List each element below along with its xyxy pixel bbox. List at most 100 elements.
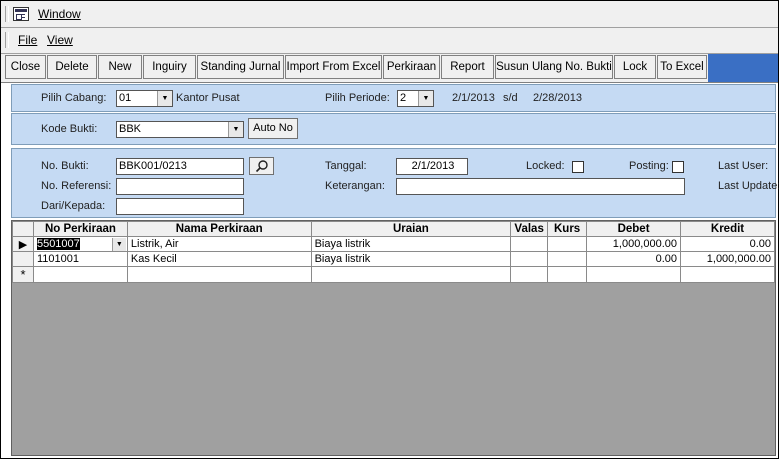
no-referensi-field[interactable]	[116, 178, 244, 195]
search-icon	[255, 160, 268, 173]
empty-cell[interactable]	[126, 266, 312, 283]
empty-cell[interactable]	[32, 266, 128, 283]
periode-to: 2/28/2013	[533, 92, 582, 104]
debet-cell[interactable]: 0.00	[586, 251, 682, 267]
new-button[interactable]: New	[98, 55, 142, 79]
valas-cell[interactable]	[510, 251, 549, 267]
empty-cell[interactable]	[310, 266, 512, 283]
periode-value: 2	[400, 92, 407, 104]
window-menu-bar: Window	[1, 1, 778, 28]
keterangan-field[interactable]	[396, 178, 685, 195]
column-header[interactable]: Uraian	[310, 221, 512, 237]
susun-ulang-button[interactable]: Susun Ulang No. Bukti	[495, 55, 613, 79]
column-header[interactable]: No Perkiraan	[32, 221, 128, 237]
report-button[interactable]: Report	[441, 55, 494, 79]
empty-cell[interactable]	[510, 266, 549, 283]
to-excel-button[interactable]: To Excel	[657, 55, 707, 79]
last-user-label: Last User:	[718, 160, 769, 172]
dari-kepada-field[interactable]	[116, 198, 244, 215]
kurs-cell[interactable]	[547, 251, 588, 267]
kode-bukti-panel: Kode Bukti: BBK ▼ Auto No	[11, 113, 776, 145]
menu-grip	[5, 32, 9, 48]
last-update-label: Last Update:	[718, 180, 779, 192]
locked-checkbox[interactable]	[572, 161, 584, 173]
keterangan-label: Keterangan:	[325, 180, 385, 192]
chevron-down-icon[interactable]: ▼	[157, 91, 172, 106]
main-menu-bar: File View	[1, 28, 778, 54]
row-selector[interactable]	[12, 251, 34, 267]
valas-cell[interactable]	[510, 236, 549, 252]
table-header-row: No Perkiraan Nama Perkiraan Uraian Valas…	[12, 221, 775, 237]
tanggal-field[interactable]: 2/1/2013	[396, 158, 468, 175]
kurs-cell[interactable]	[547, 236, 588, 252]
column-header[interactable]: Kredit	[680, 221, 775, 237]
debet-cell[interactable]: 1,000,000.00	[586, 236, 682, 252]
posting-label: Posting:	[629, 160, 669, 172]
delete-button[interactable]: Delete	[47, 55, 97, 79]
periode-separator: s/d	[503, 92, 518, 104]
locked-label: Locked:	[526, 160, 565, 172]
cabang-value: 01	[119, 92, 132, 104]
column-header[interactable]: Kurs	[547, 221, 588, 237]
no-bukti-field[interactable]: BBK001/0213	[116, 158, 244, 175]
column-header[interactable]: Nama Perkiraan	[126, 221, 312, 237]
toolbar-empty-area	[708, 54, 778, 82]
cabang-label: Pilih Cabang:	[41, 92, 107, 104]
journal-grid: No Perkiraan Nama Perkiraan Uraian Valas…	[11, 220, 776, 456]
current-row-icon[interactable]: ▶	[12, 236, 34, 252]
empty-cell[interactable]	[547, 266, 588, 283]
empty-cell[interactable]	[680, 266, 775, 283]
kode-bukti-label: Kode Bukti:	[41, 123, 98, 135]
inquiry-button[interactable]: Inguiry	[143, 55, 196, 79]
table-row[interactable]: 1101001 Kas Kecil Biaya listrik 0.00 1,0…	[12, 251, 775, 267]
auto-no-button[interactable]: Auto No	[248, 118, 298, 139]
chevron-down-icon[interactable]: ▼	[228, 122, 243, 137]
menu-grip	[5, 6, 9, 22]
view-menu[interactable]: View	[47, 33, 73, 47]
kode-bukti-value: BBK	[119, 123, 142, 135]
window-icon	[13, 7, 29, 21]
lock-button[interactable]: Lock	[614, 55, 656, 79]
search-button[interactable]	[249, 157, 274, 175]
close-button[interactable]: Close	[5, 55, 46, 79]
no-perkiraan-cell[interactable]: 5501007 ▼	[32, 236, 128, 252]
window-menu[interactable]: Window	[38, 7, 81, 21]
file-menu-label: File	[18, 33, 38, 47]
row-selector-header	[12, 221, 34, 237]
chevron-down-icon[interactable]: ▼	[111, 238, 126, 251]
periode-select[interactable]: 2 ▼	[397, 90, 434, 107]
kode-bukti-select[interactable]: BBK ▼	[116, 121, 244, 138]
file-menu[interactable]: File	[18, 33, 37, 47]
column-header[interactable]: Debet	[586, 221, 682, 237]
no-perkiraan-value: 5501007	[36, 238, 80, 250]
dari-kepada-label: Dari/Kepada:	[41, 200, 106, 212]
table-row[interactable]: ▶ 5501007 ▼ Listrik, Air Biaya listrik 1…	[12, 236, 775, 252]
no-bukti-label: No. Bukti:	[41, 160, 89, 172]
cabang-select[interactable]: 01 ▼	[116, 90, 173, 107]
nama-perkiraan-cell[interactable]: Kas Kecil	[126, 251, 312, 267]
form-panel: No. Bukti: BBK001/0213 No. Referensi: Da…	[11, 148, 779, 218]
view-menu-label: View	[47, 33, 73, 47]
standing-jurnal-button[interactable]: Standing Jurnal	[197, 55, 284, 79]
filter-panel: Pilih Cabang: 01 ▼ Kantor Pusat Pilih Pe…	[11, 84, 776, 112]
toolbar: Close Delete New Inguiry Standing Jurnal…	[1, 54, 778, 83]
uraian-cell[interactable]: Biaya listrik	[310, 236, 512, 252]
nama-perkiraan-cell[interactable]: Listrik, Air	[126, 236, 312, 252]
kredit-cell[interactable]: 0.00	[680, 236, 775, 252]
import-excel-button[interactable]: Import From Excel	[285, 55, 382, 79]
kredit-cell[interactable]: 1,000,000.00	[680, 251, 775, 267]
no-referensi-label: No. Referensi:	[41, 180, 112, 192]
tanggal-label: Tanggal:	[325, 160, 367, 172]
new-row[interactable]: *	[12, 266, 775, 283]
chevron-down-icon[interactable]: ▼	[418, 91, 433, 106]
new-row-icon[interactable]: *	[12, 266, 34, 283]
journal-table: No Perkiraan Nama Perkiraan Uraian Valas…	[12, 221, 775, 283]
uraian-cell[interactable]: Biaya listrik	[310, 251, 512, 267]
posting-checkbox[interactable]	[672, 161, 684, 173]
perkiraan-button[interactable]: Perkiraan	[383, 55, 440, 79]
column-header[interactable]: Valas	[510, 221, 549, 237]
no-perkiraan-cell[interactable]: 1101001	[32, 251, 128, 267]
periode-from: 2/1/2013	[452, 92, 495, 104]
empty-cell[interactable]	[586, 266, 682, 283]
cabang-name: Kantor Pusat	[176, 92, 240, 104]
